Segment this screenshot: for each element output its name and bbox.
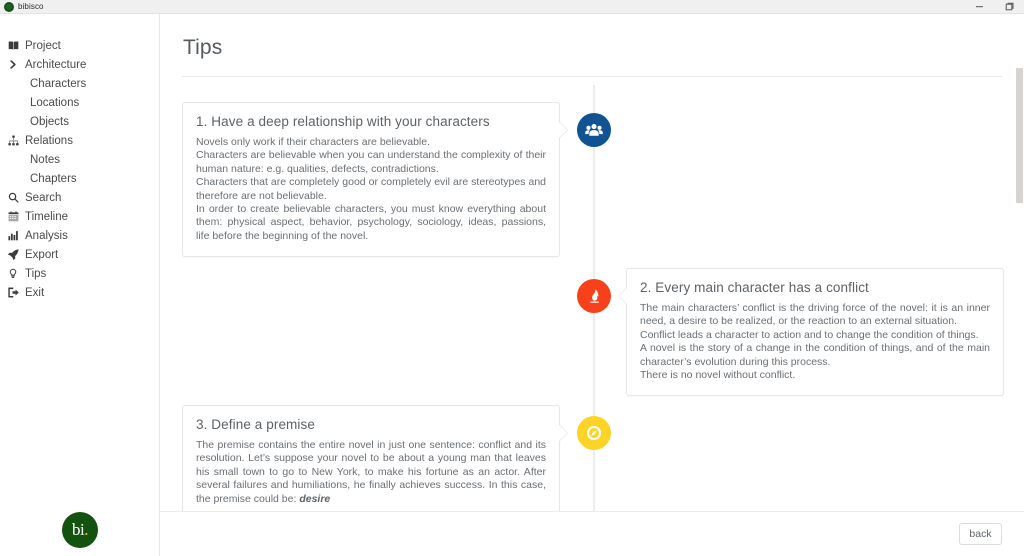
sidebar-item-label: Notes [30, 153, 61, 166]
tip-badge-2 [577, 279, 611, 313]
sitemap-icon [8, 135, 19, 146]
sidebar-item-label: Export [25, 248, 59, 261]
sign-out-icon [8, 287, 23, 298]
title-divider [182, 76, 1002, 77]
bibisco-brand-logo: bi. [62, 512, 98, 548]
calendar-icon [8, 211, 23, 222]
lightbulb-icon [8, 268, 23, 279]
sitemap-icon [8, 135, 23, 146]
minimize-icon [975, 6, 983, 8]
sidebar-item-label: Chapters [30, 172, 77, 185]
sign-out-icon [8, 287, 19, 298]
chevron-right-icon [10, 60, 16, 69]
scrollbar-thumb[interactable] [1016, 68, 1023, 203]
sidebar-item-label: Project [25, 39, 61, 52]
sidebar-item-exit[interactable]: Exit [0, 283, 159, 302]
main-content: Tips 1. Have a deep relationship with yo… [160, 14, 1024, 556]
page-title: Tips [183, 36, 223, 59]
tip-card-2: 2. Every main character has a conflict Th… [618, 268, 1004, 397]
sidebar-item-architecture[interactable]: Architecture [0, 55, 159, 74]
sidebar-item-label: Locations [30, 96, 80, 109]
sidebar-item-tips[interactable]: Tips [0, 264, 159, 283]
sidebar-item-timeline[interactable]: Timeline [0, 207, 159, 226]
brand-logo-text: bi. [72, 519, 88, 539]
vertical-scrollbar[interactable] [1015, 14, 1024, 511]
calendar-icon [8, 211, 19, 222]
tips-timeline: 1. Have a deep relationship with your ch… [160, 85, 1008, 525]
tip-card-1: 1. Have a deep relationship with your ch… [182, 102, 568, 258]
sidebar-item-label: Relations [25, 134, 73, 147]
sidebar-item-analysis[interactable]: Analysis [0, 226, 159, 245]
sidebar-item-search[interactable]: Search [0, 188, 159, 207]
sidebar-item-label: Search [25, 191, 62, 204]
sidebar: Project Architecture Characters Locations Ob… [0, 14, 160, 556]
titlebar-identity: bibisco [0, 1, 44, 12]
tip-body: The main characters’ conflict is the dri… [640, 302, 990, 382]
tip-badge-3 [577, 416, 611, 450]
sidebar-item-objects[interactable]: Objects [0, 112, 159, 131]
sidebar-item-label: Timeline [25, 210, 69, 223]
fire-icon [589, 289, 599, 303]
sidebar-item-characters[interactable]: Characters [0, 74, 159, 93]
tip-title: 2. Every main character has a conflict [640, 280, 869, 295]
maximize-icon [1005, 2, 1013, 11]
window-titlebar: bibisco [0, 0, 1024, 14]
rocket-icon [8, 249, 23, 260]
rocket-icon [8, 249, 19, 260]
tip-body-text: The premise contains the entire novel in… [196, 439, 546, 505]
bar-chart-icon [8, 231, 18, 241]
sidebar-item-label: Objects [30, 115, 69, 128]
sidebar-item-label: Exit [25, 286, 45, 299]
maximize-button[interactable] [994, 0, 1024, 14]
sidebar-item-label: Characters [30, 77, 87, 90]
tip-body: Novels only work if their characters are… [196, 136, 546, 242]
sidebar-nav: Project Architecture Characters Locations Ob… [0, 14, 159, 302]
sidebar-item-chapters[interactable]: Chapters [0, 169, 159, 188]
sidebar-item-export[interactable]: Export [0, 245, 159, 264]
tip-body-emphasis: desire [299, 492, 331, 505]
compass-icon [586, 425, 602, 441]
sidebar-item-project[interactable]: Project [0, 36, 159, 55]
window-controls [964, 0, 1024, 14]
bibisco-logo-icon [4, 1, 14, 12]
sidebar-item-label: Architecture [25, 58, 87, 71]
footer-bar: back [160, 511, 1024, 556]
tip-badge-1 [577, 113, 611, 147]
lightbulb-icon [9, 268, 17, 278]
book-icon [8, 41, 19, 50]
users-icon [585, 124, 603, 136]
chevron-right-icon [8, 59, 23, 70]
sidebar-item-label: Tips [25, 267, 47, 280]
bar-chart-icon [8, 230, 23, 241]
tip-title: 3. Define a premise [196, 417, 315, 432]
tips-scroll-area[interactable]: 1. Have a deep relationship with your ch… [160, 85, 1024, 525]
tip-body: The premise contains the entire novel in… [196, 439, 546, 506]
tip-card-3: 3. Define a premise The premise contains … [182, 405, 568, 521]
search-icon [8, 192, 19, 203]
window-title: bibisco [18, 1, 44, 11]
sidebar-item-relations[interactable]: Relations [0, 131, 159, 150]
sidebar-item-locations[interactable]: Locations [0, 93, 159, 112]
book-icon [8, 40, 23, 51]
minimize-button[interactable] [964, 0, 994, 14]
sidebar-item-notes[interactable]: Notes [0, 150, 159, 169]
sidebar-item-label: Analysis [25, 229, 68, 242]
search-icon [8, 192, 23, 203]
tip-title: 1. Have a deep relationship with your ch… [196, 114, 490, 129]
back-button[interactable]: back [959, 523, 1002, 545]
